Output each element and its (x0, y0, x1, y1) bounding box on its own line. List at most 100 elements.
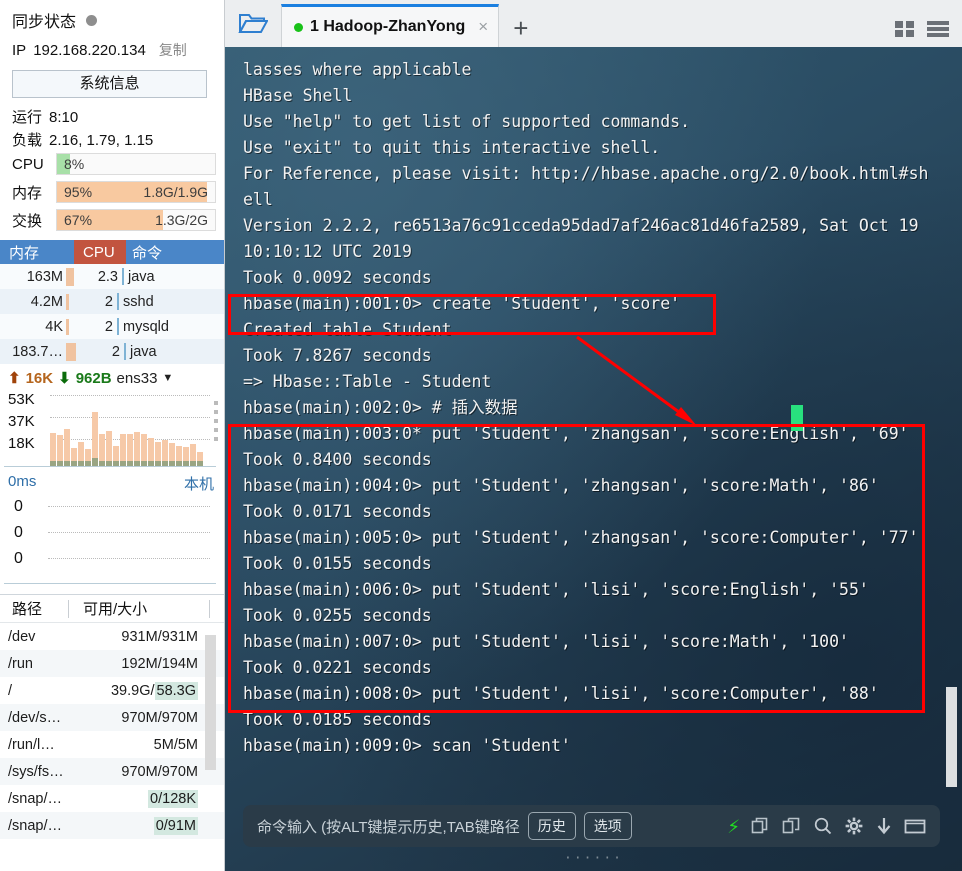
disk-row[interactable]: /snap/… 0/128K (0, 785, 224, 812)
sync-status-row: 同步状态 (0, 0, 224, 38)
history-button[interactable]: 历史 (527, 812, 576, 840)
terminal-line: hbase(main):001:0> create 'Student', 'sc… (243, 294, 681, 313)
load-value: 2.16, 1.79, 1.15 (49, 132, 154, 149)
terminal-line: Took 0.8400 seconds (243, 450, 432, 469)
disk-row[interactable]: /snap/… 0/91M (0, 812, 224, 839)
swap-meter-percent: 67% (64, 212, 93, 228)
tab-title: 1 Hadoop-ZhanYong (310, 18, 466, 35)
terminal-scrollbar[interactable] (946, 687, 957, 787)
disk-table-scrollbar[interactable] (205, 635, 216, 770)
network-graph-bar-base (99, 461, 105, 466)
process-command: mysqld (123, 318, 169, 335)
network-y-label: 18K (8, 435, 35, 452)
ping-y-label: 0 (14, 550, 23, 567)
terminal-line: Version 2.2.2, re6513a76c91cceda95dad7af… (243, 216, 919, 235)
disk-size: 970M/970M (121, 709, 198, 726)
process-cpu: 2 (104, 293, 113, 310)
terminal-line: hbase(main):006:0> put 'Student', 'lisi'… (243, 580, 869, 599)
disk-size: 931M/931M (121, 628, 198, 645)
ip-label: IP (12, 42, 27, 59)
network-graph-bar-base (190, 461, 196, 466)
system-monitor-sidebar: 同步状态 IP 192.168.220.134 复制 系统信息 运行 8:10 … (0, 0, 225, 871)
terminal-line: hbase(main):002:0> # 插入数据 (243, 398, 518, 417)
memory-meter-percent: 95% (64, 184, 93, 200)
command-input-bar[interactable]: 命令输入 (按ALT键提示历史,TAB键路径 历史 选项 ⚡ (243, 805, 940, 847)
gear-icon[interactable] (844, 816, 864, 836)
chevron-down-icon[interactable]: ▼ (162, 372, 173, 384)
network-graph-bar-base (85, 461, 91, 466)
search-icon[interactable] (813, 816, 833, 836)
terminal-line: Use "help" to get list of supported comm… (243, 112, 691, 131)
options-button[interactable]: 选项 (583, 812, 632, 840)
terminal-line: hbase(main):004:0> put 'Student', 'zhang… (243, 476, 879, 495)
network-graph-bar-base (169, 461, 175, 466)
uptime-row: 运行 8:10 (0, 104, 224, 127)
process-cpu-bar (117, 293, 119, 310)
network-graph-bar-base (50, 461, 56, 466)
disk-size: 970M/970M (121, 763, 198, 780)
network-download-value: 962B (75, 369, 112, 387)
ping-graph: 0 0 0 (4, 496, 216, 584)
memory-meter-row: 内存 95% 1.8G/1.9G (0, 178, 224, 206)
disk-header-size[interactable]: 可用/大小 (69, 598, 209, 619)
window-icon[interactable] (904, 816, 926, 836)
terminal-line: Took 0.0092 seconds (243, 268, 432, 287)
app-window: 同步状态 IP 192.168.220.134 复制 系统信息 运行 8:10 … (0, 0, 962, 871)
load-label: 负载 (12, 132, 43, 149)
system-info-button[interactable]: 系统信息 (12, 70, 207, 98)
terminal-line: 10:10:12 UTC 2019 (243, 242, 412, 261)
list-view-icon[interactable] (926, 19, 950, 39)
terminal-pane: 1 Hadoop-ZhanYong × + lasses where appli… (225, 0, 962, 871)
network-graph: 53K 37K 18K (4, 389, 218, 467)
process-row[interactable]: 4.2M 2 sshd (0, 289, 224, 314)
disk-row[interactable]: /dev 931M/931M (0, 623, 224, 650)
network-graph-bar-base (71, 461, 77, 466)
terminal-output[interactable]: lasses where applicable HBase Shell Use "h… (225, 47, 962, 871)
disk-path: /snap/… (8, 790, 62, 807)
disk-path: /sys/fs… (8, 763, 64, 780)
ping-y-label: 0 (14, 498, 23, 515)
network-graph-bar-base (183, 461, 189, 466)
tab-bar: 1 Hadoop-ZhanYong × + (225, 0, 962, 47)
memory-meter-label: 内存 (12, 184, 43, 202)
new-tab-button[interactable]: + (499, 15, 542, 47)
process-header-cpu[interactable]: CPU (74, 240, 126, 264)
process-command: java (128, 268, 155, 285)
bolt-icon[interactable]: ⚡ (727, 815, 740, 837)
disk-row[interactable]: /sys/fs… 970M/970M (0, 758, 224, 785)
resize-handle[interactable]: ······ (564, 851, 623, 866)
network-graph-bar-base (134, 461, 140, 466)
process-row[interactable]: 4K 2 mysqld (0, 314, 224, 339)
disk-size: 0/128K (148, 789, 198, 808)
disk-row[interactable]: /run 192M/194M (0, 650, 224, 677)
process-header-memory[interactable]: 内存 (0, 240, 74, 264)
ip-copy-button[interactable]: 复制 (159, 40, 187, 60)
disk-row[interactable]: / 39.9G/58.3G (0, 677, 224, 704)
network-graph-bar-base (141, 461, 147, 466)
tab-hadoop-zhanyong[interactable]: 1 Hadoop-ZhanYong × (281, 4, 500, 47)
disk-path: / (8, 682, 13, 699)
disk-row[interactable]: /dev/s… 970M/970M (0, 704, 224, 731)
process-row[interactable]: 163M 2.3 java (0, 264, 224, 289)
terminal-cursor (791, 405, 803, 431)
paste-icon[interactable] (782, 816, 802, 836)
process-memory: 4K (45, 318, 63, 335)
terminal-line: Took 0.0171 seconds (243, 502, 432, 521)
disk-size: 0/91M (153, 816, 198, 835)
open-folder-icon[interactable] (225, 0, 281, 47)
download-icon[interactable] (875, 816, 893, 836)
terminal-line: Took 0.0185 seconds (243, 710, 432, 729)
grid-view-icon[interactable] (894, 19, 916, 39)
process-header-command[interactable]: 命令 (126, 240, 224, 264)
copy-icon[interactable] (751, 816, 771, 836)
ping-host-label[interactable]: 本机 (184, 473, 214, 494)
process-row[interactable]: 183.7… 2 java (0, 339, 224, 364)
swap-meter: 67% 1.3G/2G (56, 209, 216, 231)
process-cpu: 2 (111, 343, 120, 360)
upload-arrow-icon: ⬆ (8, 370, 21, 387)
close-icon[interactable]: × (478, 17, 488, 37)
disk-row[interactable]: /run/l… 5M/5M (0, 731, 224, 758)
process-command: sshd (123, 293, 154, 310)
disk-header-path[interactable]: 路径 (0, 598, 68, 619)
terminal-line: HBase Shell (243, 86, 353, 105)
